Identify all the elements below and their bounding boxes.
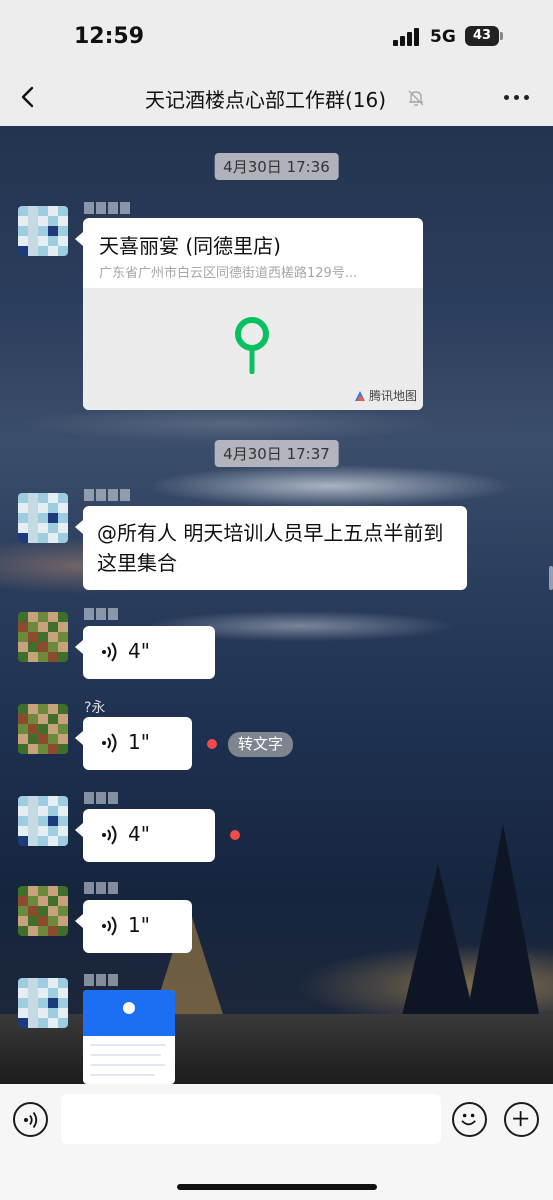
- unread-dot: [207, 739, 217, 749]
- avatar[interactable]: [18, 978, 68, 1028]
- avatar[interactable]: [18, 704, 68, 754]
- image-detail-line: [91, 1074, 155, 1076]
- image-detail-line: [91, 1054, 161, 1056]
- background-tree: [465, 824, 541, 1024]
- voice-message-bubble[interactable]: 1": [75, 717, 192, 770]
- chat-title: 天记酒楼点心部工作群(16): [145, 88, 387, 112]
- avatar[interactable]: [18, 493, 68, 543]
- message-timestamp: 4月30日 17:36: [214, 153, 339, 180]
- back-arrow-icon[interactable]: [20, 86, 36, 108]
- avatar[interactable]: [18, 612, 68, 662]
- status-bar: 12:59 5G 43: [0, 0, 553, 68]
- unread-dot: [230, 830, 240, 840]
- tencent-map-logo-icon: [354, 390, 365, 401]
- chat-input-bar: [0, 1084, 553, 1200]
- map-provider-label: 腾讯地图: [354, 387, 417, 404]
- sender-name-blurred: [84, 882, 118, 896]
- battery-icon: 43: [465, 26, 499, 46]
- chat-header: 天记酒楼点心部工作群(16): [0, 68, 553, 126]
- sender-name: ?永: [84, 700, 106, 716]
- text-message-bubble[interactable]: @所有人 明天培训人员早上五点半前到这里集合: [75, 506, 467, 590]
- voice-wave-icon: [102, 642, 117, 662]
- network-type: 5G: [430, 27, 456, 47]
- image-message-thumbnail[interactable]: [83, 990, 175, 1084]
- voice-message-bubble[interactable]: 4": [75, 809, 215, 862]
- plus-icon[interactable]: [504, 1102, 539, 1137]
- map-provider-text: 腾讯地图: [368, 389, 417, 403]
- location-address: 广东省广州市白云区同德街道西槎路129号...: [99, 266, 358, 281]
- voice-duration: 4": [128, 639, 150, 663]
- avatar[interactable]: [18, 206, 68, 256]
- location-title: 天喜丽宴 (同德里店): [99, 234, 281, 258]
- success-check-icon: [123, 1002, 135, 1014]
- sender-name-blurred: [84, 202, 130, 216]
- map-pin-icon: [235, 317, 269, 374]
- voice-duration: 1": [128, 913, 150, 937]
- sender-name-blurred: [84, 974, 118, 988]
- sender-name-blurred: [84, 489, 130, 503]
- message-input[interactable]: [61, 1094, 441, 1144]
- convert-to-text-button[interactable]: 转文字: [228, 732, 294, 757]
- image-detail-line: [91, 1044, 165, 1046]
- voice-wave-icon: [102, 733, 117, 753]
- sender-name-blurred: [84, 792, 118, 806]
- voice-duration: 1": [128, 730, 150, 754]
- voice-wave-icon: [24, 1111, 38, 1129]
- mute-bell-icon: [408, 90, 424, 106]
- location-message-card[interactable]: 天喜丽宴 (同德里店) 广东省广州市白云区同德街道西槎路129号... 腾讯地图: [75, 218, 423, 410]
- voice-message-bubble[interactable]: 4": [75, 626, 215, 679]
- more-options-icon[interactable]: [502, 94, 532, 102]
- voice-wave-icon: [102, 916, 117, 936]
- home-indicator[interactable]: [177, 1184, 377, 1190]
- voice-input-toggle-button[interactable]: [13, 1102, 48, 1137]
- status-time: 12:59: [74, 24, 145, 49]
- message-timestamp: 4月30日 17:37: [214, 440, 339, 467]
- image-header: [83, 990, 175, 1036]
- scrollbar[interactable]: [549, 566, 553, 590]
- location-map-preview[interactable]: 腾讯地图: [83, 288, 423, 410]
- voice-wave-icon: [102, 825, 117, 845]
- voice-message-bubble[interactable]: 1": [75, 900, 192, 953]
- avatar[interactable]: [18, 886, 68, 936]
- battery-tip: [500, 32, 503, 40]
- emoji-icon[interactable]: [452, 1102, 487, 1137]
- sender-name-blurred: [84, 608, 118, 622]
- avatar[interactable]: [18, 796, 68, 846]
- image-detail-line: [91, 1064, 165, 1066]
- voice-duration: 4": [128, 822, 150, 846]
- cellular-signal-icon: [393, 28, 421, 46]
